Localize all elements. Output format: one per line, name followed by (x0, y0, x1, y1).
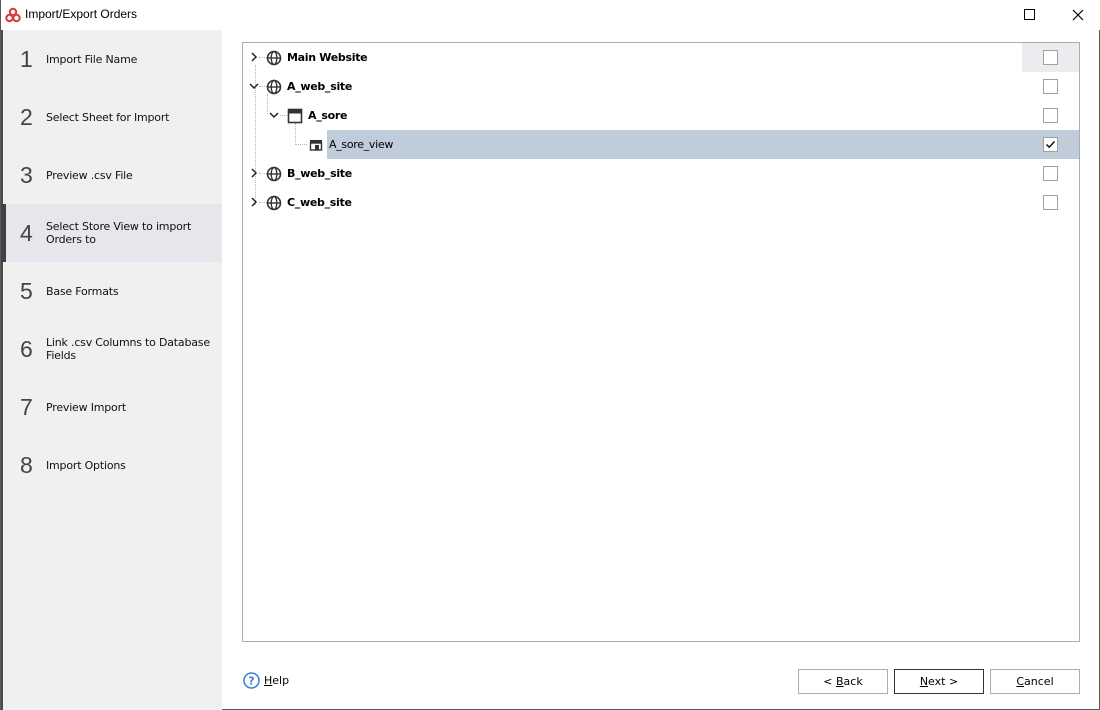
globe-icon (266, 195, 282, 211)
step-number: 2 (20, 103, 33, 130)
globe-icon (266, 50, 282, 66)
help-label: Help (264, 674, 290, 687)
step-preview-import[interactable]: 7 Preview Import (3, 378, 224, 436)
next-button[interactable]: Next > (894, 669, 984, 694)
help-link[interactable]: ? Help (243, 672, 289, 689)
node-checkbox[interactable] (1043, 166, 1058, 181)
next-label: ext > (928, 675, 959, 688)
node-label: Main Website (287, 51, 368, 64)
tree-node-b-web-site[interactable]: B_web_site (243, 159, 1079, 188)
node-label: A_sore (308, 109, 348, 122)
node-checkbox[interactable] (1043, 79, 1058, 94)
step-label: Select Store View to import Orders to (46, 220, 192, 246)
step-base-formats[interactable]: 5 Base Formats (3, 262, 224, 320)
app-logo-icon (5, 7, 21, 23)
chevron-down-icon[interactable] (248, 80, 260, 92)
wizard-steps-sidebar: 1 Import File Name 2 Select Sheet for Im… (1, 30, 222, 710)
step-number: 8 (20, 451, 33, 478)
step-select-store-view[interactable]: 4 Select Store View to import Orders to (1, 204, 222, 262)
next-mnemonic: N (919, 675, 929, 688)
step-link-columns[interactable]: 6 Link .csv Columns to Database Fields (3, 320, 224, 378)
tree-node-c-web-site[interactable]: C_web_site (243, 188, 1079, 217)
chevron-right-icon[interactable] (248, 51, 260, 63)
svg-text:?: ? (248, 675, 254, 688)
cancel-mnemonic: C (1016, 675, 1025, 688)
step-label: Link .csv Columns to Database Fields (46, 336, 210, 362)
store-window-icon (287, 108, 303, 124)
back-prefix: < (823, 675, 833, 688)
store-view-icon (309, 140, 323, 151)
import-export-orders-window: Import/Export Orders 1 Import File Name … (0, 0, 1100, 710)
back-mnemonic: B (836, 675, 844, 688)
tree-node-a-web-site[interactable]: A_web_site (243, 72, 1079, 101)
back-button[interactable]: < Back (798, 669, 888, 694)
step-label: Import File Name (46, 52, 138, 66)
help-circle-icon: ? (243, 672, 260, 689)
step-label: Base Formats (46, 284, 119, 298)
step-preview-csv[interactable]: 3 Preview .csv File (3, 146, 224, 204)
step-label: Preview .csv File (46, 168, 133, 182)
node-label: A_sore_view (329, 138, 394, 151)
node-checkbox[interactable] (1043, 195, 1058, 210)
step-number: 1 (20, 45, 33, 72)
step-label: Import Options (46, 458, 126, 472)
node-label: A_web_site (287, 80, 353, 93)
chevron-right-icon[interactable] (248, 196, 260, 208)
step-number: 7 (20, 393, 33, 420)
close-icon (1072, 9, 1084, 21)
step-import-file-name[interactable]: 1 Import File Name (3, 30, 224, 88)
tree-node-a-sore-view[interactable]: A_sore_view (243, 130, 1079, 159)
chevron-right-icon[interactable] (248, 167, 260, 179)
tree-node-main-website[interactable]: Main Website (243, 43, 1079, 72)
node-label: B_web_site (287, 167, 352, 180)
window-title: Import/Export Orders (25, 7, 138, 21)
node-checkbox[interactable] (1043, 108, 1058, 123)
step-number: 6 (20, 335, 33, 362)
node-checkbox-checked[interactable] (1043, 137, 1058, 152)
store-view-tree[interactable]: Main Website A_web_site A_sore A_sore_vi… (242, 42, 1080, 642)
step-select-sheet[interactable]: 2 Select Sheet for Import (3, 88, 224, 146)
back-label: ack (843, 675, 863, 688)
step-label: Select Sheet for Import (46, 110, 170, 124)
checkmark-icon (1045, 140, 1056, 149)
cancel-label: ancel (1024, 675, 1054, 688)
step-import-options[interactable]: 8 Import Options (3, 436, 224, 494)
globe-icon (266, 79, 282, 95)
maximize-icon (1024, 9, 1035, 20)
step-number: 4 (20, 219, 33, 246)
tree-node-a-sore[interactable]: A_sore (243, 101, 1079, 130)
row-selection-highlight (327, 130, 1079, 159)
node-label: C_web_site (287, 196, 352, 209)
close-button[interactable] (1055, 0, 1100, 30)
globe-icon (266, 166, 282, 182)
step-label: Preview Import (46, 400, 127, 414)
step-number: 3 (20, 161, 33, 188)
title-bar: Import/Export Orders (1, 0, 1100, 30)
maximize-button[interactable] (1007, 0, 1053, 30)
step-number: 5 (20, 277, 33, 304)
node-checkbox[interactable] (1043, 50, 1058, 65)
cancel-button[interactable]: Cancel (990, 669, 1080, 694)
chevron-down-icon[interactable] (268, 109, 280, 121)
